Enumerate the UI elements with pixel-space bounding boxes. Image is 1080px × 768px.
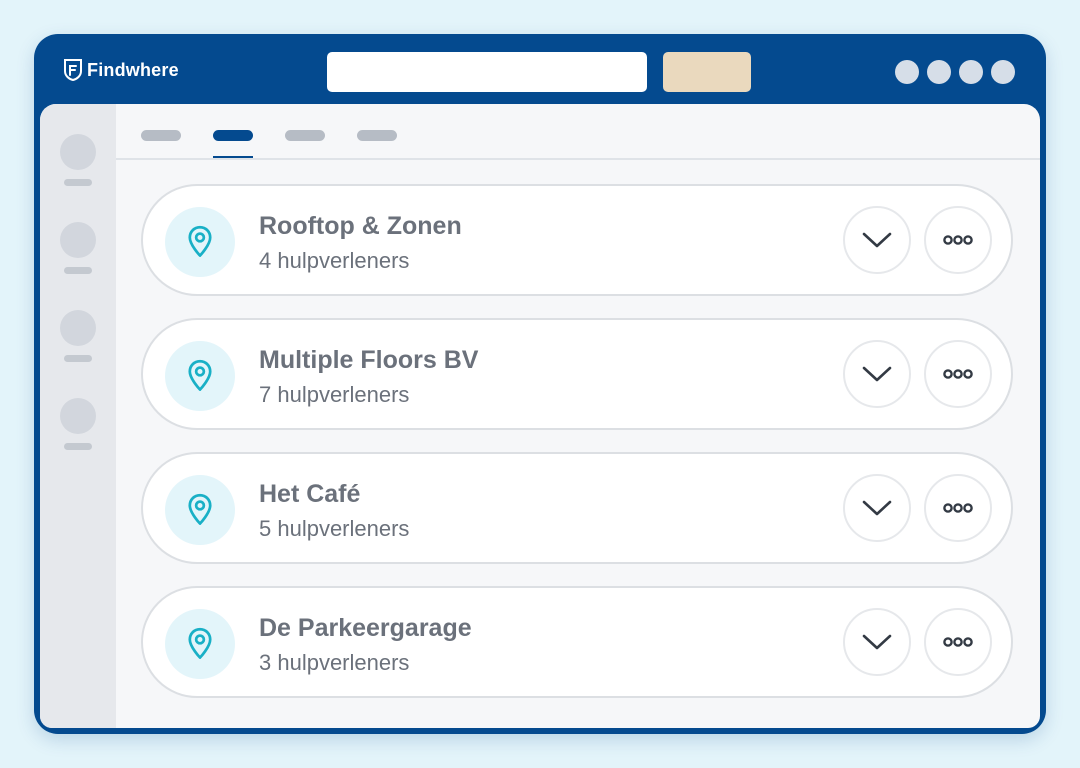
sidebar-item-3[interactable] [60, 310, 96, 362]
location-card[interactable]: Rooftop & Zonen 4 hulpverleners [141, 184, 1013, 296]
expand-button[interactable] [843, 474, 911, 542]
sidebar-item-label [64, 355, 92, 362]
more-options-button[interactable] [924, 474, 992, 542]
tab-2-active[interactable] [213, 130, 253, 141]
window-control-dot[interactable] [991, 60, 1015, 84]
location-name: Multiple Floors BV [259, 346, 479, 374]
chevron-down-icon [862, 232, 892, 248]
location-name: Het Café [259, 480, 361, 508]
window-control-dot[interactable] [959, 60, 983, 84]
sidebar-item-label [64, 267, 92, 274]
location-helpers-count: 4 hulpverleners [259, 248, 410, 273]
sidebar-item-label [64, 179, 92, 186]
more-options-icon [943, 235, 973, 245]
expand-button[interactable] [843, 608, 911, 676]
location-helpers-count: 5 hulpverleners [259, 516, 410, 541]
more-options-icon [943, 503, 973, 513]
more-options-button[interactable] [924, 206, 992, 274]
sidebar-item-label [64, 443, 92, 450]
location-card[interactable]: Multiple Floors BV 7 hulpverleners [141, 318, 1013, 430]
window-control-dot[interactable] [895, 60, 919, 84]
window-controls [895, 60, 1015, 84]
sidebar-item-1[interactable] [60, 134, 96, 186]
location-pin-icon [165, 341, 235, 411]
search-input[interactable] [327, 52, 647, 92]
sidebar-item-4[interactable] [60, 398, 96, 450]
location-helpers-count: 3 hulpverleners [259, 650, 410, 675]
app-window: Findwhere Rooftop & Zonen 4 hulpverlener… [34, 34, 1046, 734]
tab-3[interactable] [285, 130, 325, 141]
sidebar-item-2[interactable] [60, 222, 96, 274]
expand-button[interactable] [843, 340, 911, 408]
chevron-down-icon [862, 500, 892, 516]
tab-4[interactable] [357, 130, 397, 141]
chevron-down-icon [862, 634, 892, 650]
search-button[interactable] [663, 52, 751, 92]
sidebar-item-icon [60, 398, 96, 434]
location-pin-icon [165, 207, 235, 277]
tab-1[interactable] [141, 130, 181, 141]
tab-bar [116, 104, 1040, 160]
active-tab-indicator [213, 156, 253, 158]
location-card[interactable]: Het Café 5 hulpverleners [141, 452, 1013, 564]
sidebar-item-icon [60, 134, 96, 170]
chevron-down-icon [862, 366, 892, 382]
brand-name: Findwhere [87, 59, 179, 80]
window-control-dot[interactable] [927, 60, 951, 84]
sidebar-item-icon [60, 222, 96, 258]
location-name: Rooftop & Zonen [259, 212, 462, 240]
location-helpers-count: 7 hulpverleners [259, 382, 410, 407]
sidebar [40, 104, 116, 728]
location-name: De Parkeergarage [259, 614, 472, 642]
more-options-icon [943, 637, 973, 647]
content-panel: Rooftop & Zonen 4 hulpverleners Multiple… [40, 104, 1040, 728]
more-options-icon [943, 369, 973, 379]
findwhere-logo-icon [64, 59, 82, 81]
expand-button[interactable] [843, 206, 911, 274]
sidebar-item-icon [60, 310, 96, 346]
location-card[interactable]: De Parkeergarage 3 hulpverleners [141, 586, 1013, 698]
location-pin-icon [165, 609, 235, 679]
more-options-button[interactable] [924, 608, 992, 676]
location-pin-icon [165, 475, 235, 545]
more-options-button[interactable] [924, 340, 992, 408]
brand-logo[interactable]: Findwhere [63, 59, 179, 81]
